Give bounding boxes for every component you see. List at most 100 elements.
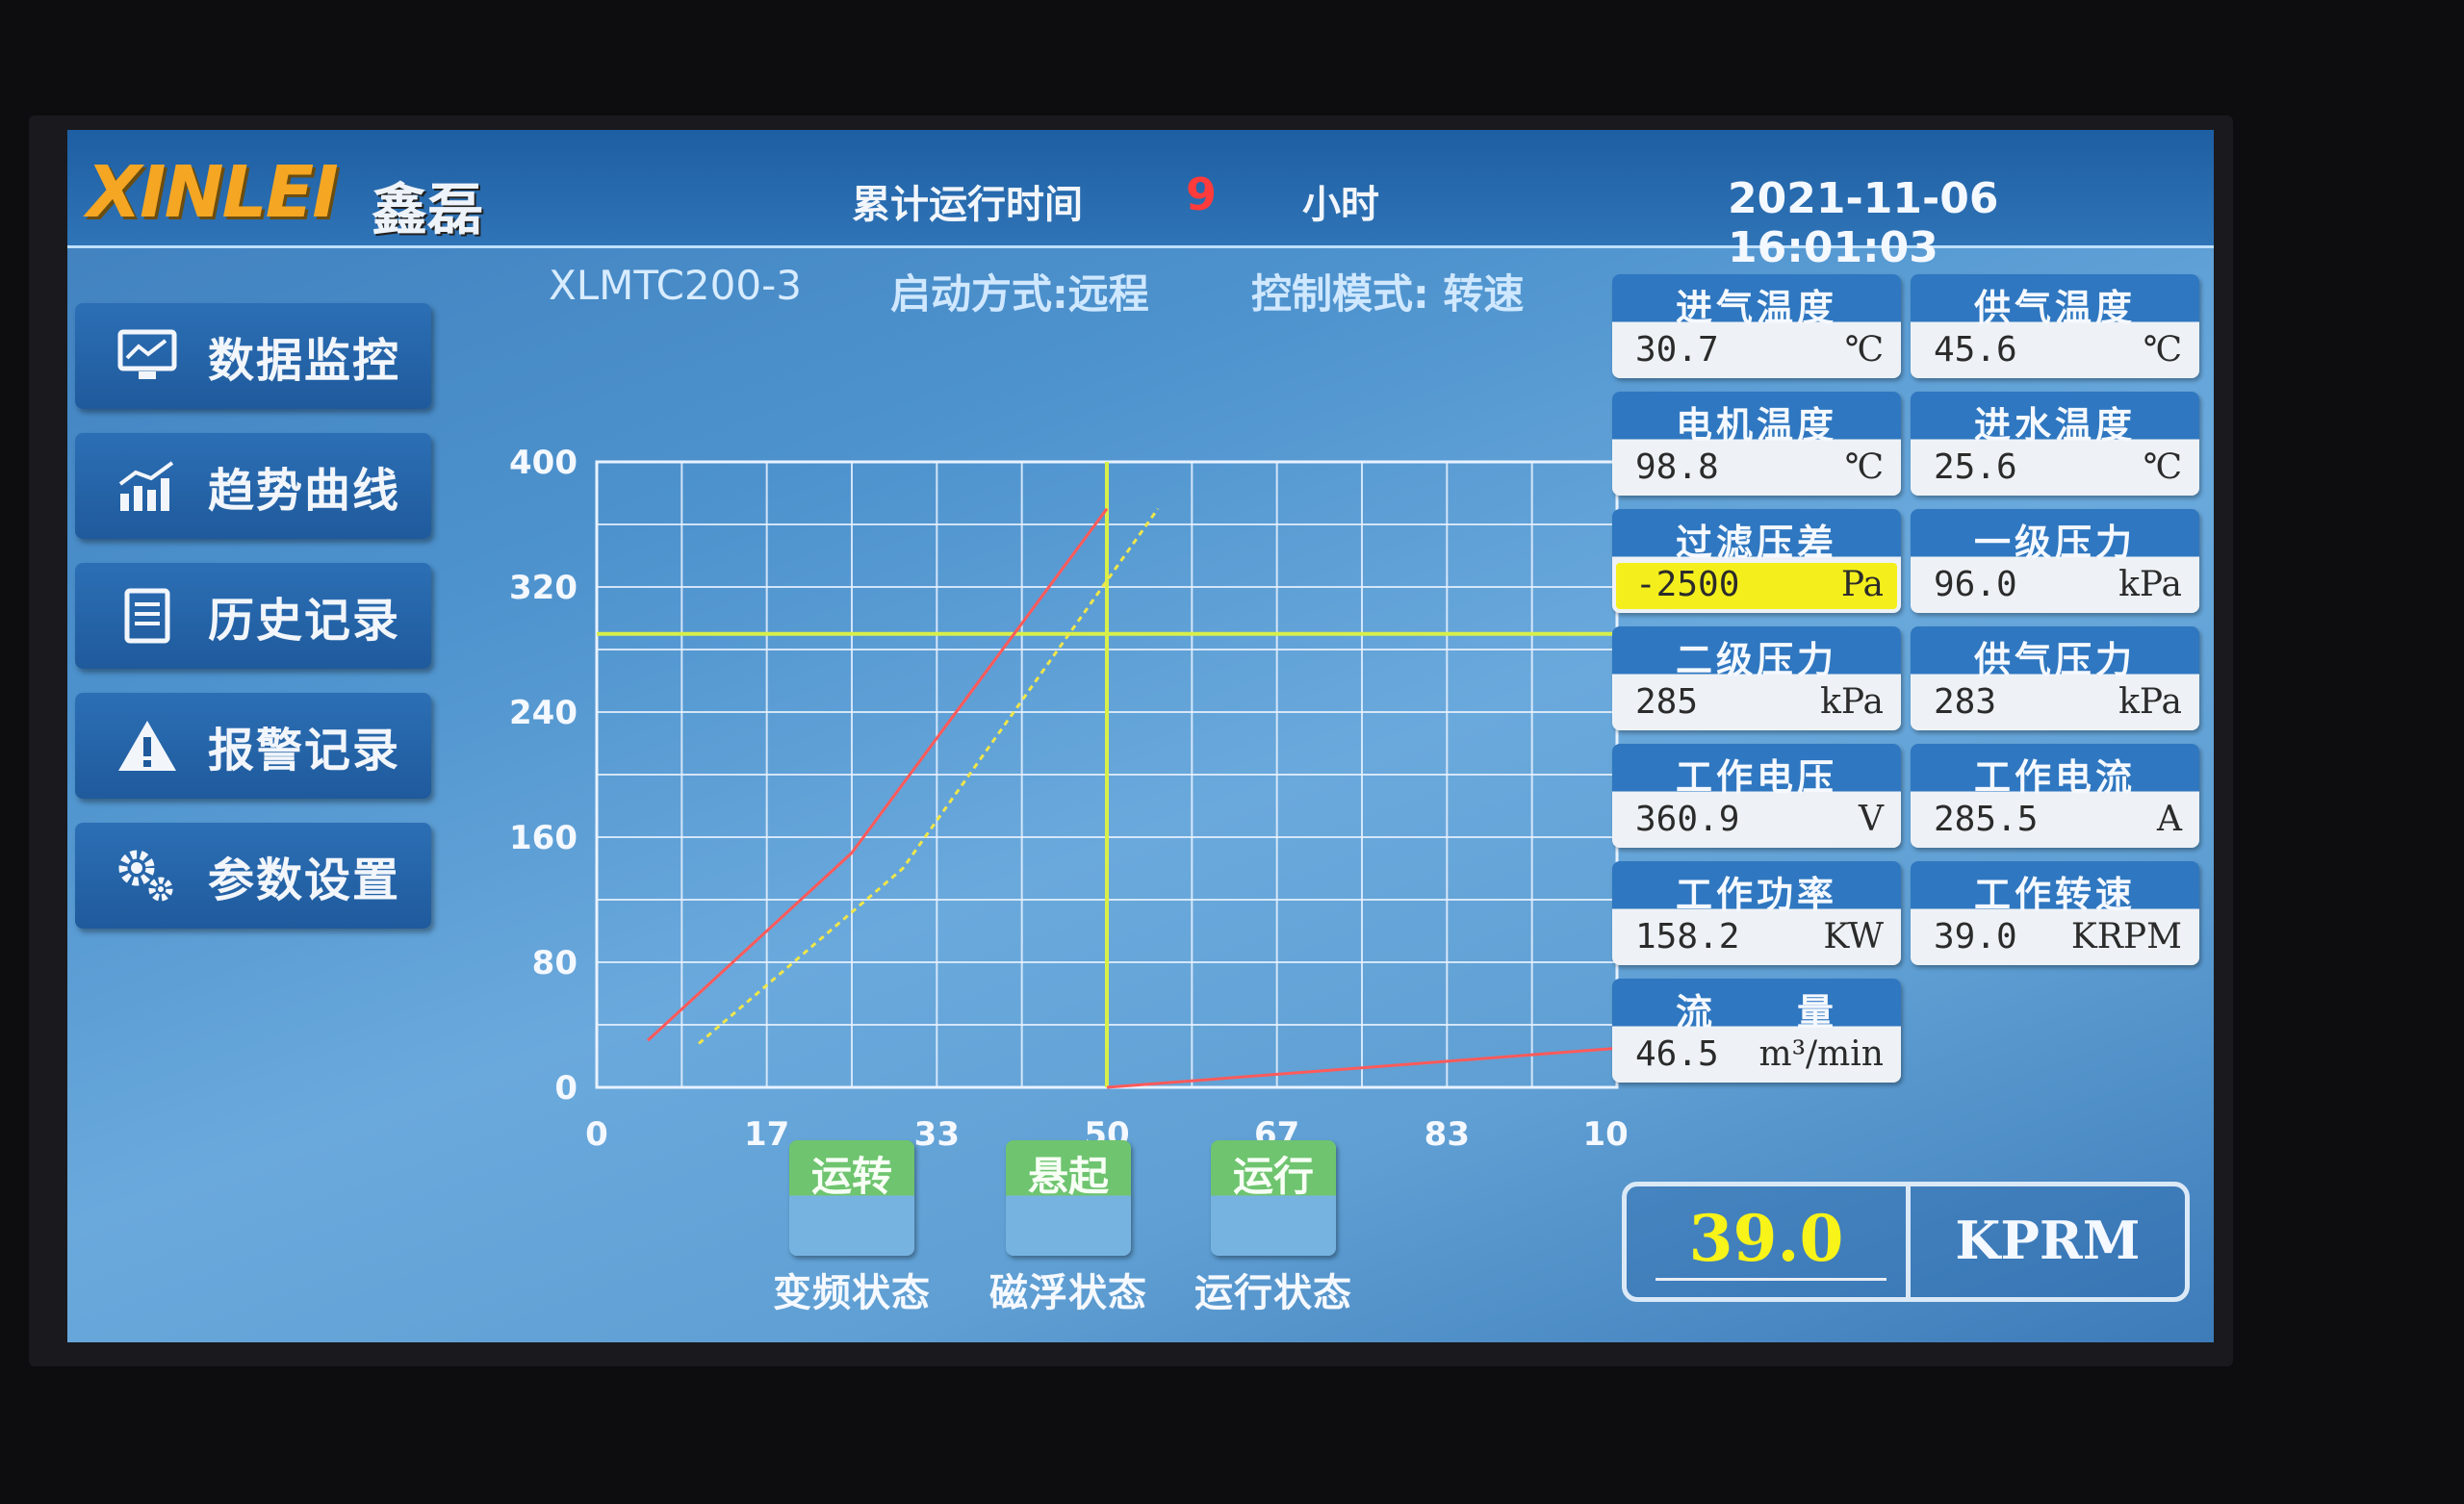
nav-label: 参数设置 bbox=[208, 854, 401, 907]
maglev-status-button[interactable]: 悬起 bbox=[1006, 1140, 1131, 1256]
speed-display: 39.0 KPRM bbox=[1622, 1182, 2190, 1302]
param-unit: ℃ bbox=[1844, 447, 1884, 487]
param-value: 45.6 bbox=[1934, 330, 2017, 370]
param-value: 285 bbox=[1635, 682, 1699, 722]
param-title: 工作功率 bbox=[1675, 874, 1837, 916]
top-bar: XINLEI 鑫磊 累计运行时间 9 小时 2021-11-06 16:01:0… bbox=[67, 130, 2214, 272]
x-tick-label: 0 bbox=[585, 1115, 608, 1154]
y-tick-label: 80 bbox=[532, 944, 578, 982]
nav-label: 数据监控 bbox=[208, 334, 401, 388]
status-running: 运行 运行状态 bbox=[1192, 1140, 1355, 1317]
param-unit: ℃ bbox=[2143, 330, 2182, 370]
param-card: 一级压力 96.0 kPa bbox=[1911, 509, 2199, 613]
param-title: 进气温度 bbox=[1675, 287, 1837, 329]
param-card: 工作转速 39.0 KRPM bbox=[1911, 861, 2199, 965]
param-unit: Pa bbox=[1840, 565, 1884, 604]
param-value: 285.5 bbox=[1934, 800, 2039, 839]
param-title: 供气压力 bbox=[1973, 639, 2136, 681]
y-tick-label: 0 bbox=[554, 1069, 578, 1108]
param-value: 30.7 bbox=[1635, 330, 1719, 370]
model-name: XLMTC200-3 bbox=[549, 262, 802, 309]
param-title: 流 量 bbox=[1675, 991, 1837, 1033]
status-inverter: 运转 变频状态 bbox=[770, 1140, 934, 1317]
param-unit: ℃ bbox=[1844, 330, 1884, 370]
param-value: 360.9 bbox=[1635, 800, 1740, 839]
nav-label: 报警记录 bbox=[208, 724, 401, 777]
speed-underline bbox=[1656, 1278, 1886, 1281]
param-title: 供气温度 bbox=[1973, 287, 2136, 329]
document-icon bbox=[114, 582, 181, 650]
status-button-label: 运行 bbox=[1232, 1153, 1314, 1200]
param-unit: kPa bbox=[2118, 565, 2182, 604]
param-card: 电机温度 98.8 ℃ bbox=[1612, 392, 1901, 496]
y-tick-label: 240 bbox=[509, 694, 578, 732]
nav-parameter-settings[interactable]: 参数设置 bbox=[75, 823, 431, 929]
param-value: 25.6 bbox=[1934, 447, 2017, 487]
param-card: 进气温度 30.7 ℃ bbox=[1612, 274, 1901, 378]
warning-icon bbox=[114, 712, 181, 779]
status-label: 磁浮状态 bbox=[989, 1271, 1147, 1315]
param-card: 工作电压 360.9 V bbox=[1612, 744, 1901, 848]
param-card: 流 量 46.5 m³/min bbox=[1612, 979, 1901, 1083]
trend-chart-icon bbox=[114, 452, 181, 520]
param-unit: kPa bbox=[1820, 682, 1884, 722]
param-card: 进水温度 25.6 ℃ bbox=[1911, 392, 2199, 496]
param-unit: ℃ bbox=[2143, 447, 2182, 487]
status-maglev: 悬起 磁浮状态 bbox=[987, 1140, 1150, 1317]
nav-history-record[interactable]: 历史记录 bbox=[75, 563, 431, 669]
param-value: 46.5 bbox=[1635, 1034, 1719, 1074]
x-tick-label: 83 bbox=[1424, 1115, 1470, 1154]
param-value: 158.2 bbox=[1635, 917, 1740, 956]
runtime-unit: 小时 bbox=[1302, 183, 1379, 227]
nav-data-monitor[interactable]: 数据监控 bbox=[75, 303, 431, 409]
param-unit: kPa bbox=[2118, 682, 2182, 722]
param-unit: m³/min bbox=[1758, 1034, 1884, 1074]
y-tick-label: 400 bbox=[509, 444, 578, 482]
trend-chart: 01733506783100080160240320400 bbox=[509, 444, 1627, 1154]
hmi-screen: XINLEI 鑫磊 累计运行时间 9 小时 2021-11-06 16:01:0… bbox=[67, 130, 2214, 1342]
param-title: 进水温度 bbox=[1973, 404, 2136, 446]
param-value: -2500 bbox=[1635, 565, 1740, 604]
param-title: 工作电压 bbox=[1675, 756, 1837, 799]
param-title: 过滤压差 bbox=[1675, 522, 1837, 564]
datetime: 2021-11-06 16:01:03 bbox=[1728, 174, 1999, 272]
param-card: 工作电流 285.5 A bbox=[1911, 744, 2199, 848]
speed-unit: KPRM bbox=[1955, 1210, 2141, 1271]
nav-label: 历史记录 bbox=[208, 594, 401, 648]
brand-logo: XINLEI bbox=[87, 151, 339, 234]
monitor-icon bbox=[114, 322, 181, 390]
param-card: 供气温度 45.6 ℃ bbox=[1911, 274, 2199, 378]
status-button-label: 运转 bbox=[810, 1153, 892, 1200]
param-value: 96.0 bbox=[1934, 565, 2017, 604]
speed-value: 39.0 bbox=[1688, 1201, 1844, 1276]
runtime-value: 9 bbox=[1186, 168, 1218, 220]
param-card: 过滤压差 -2500 Pa bbox=[1612, 509, 1901, 613]
status-button-label: 悬起 bbox=[1027, 1153, 1109, 1200]
param-title: 电机温度 bbox=[1675, 404, 1837, 446]
runtime-label: 累计运行时间 bbox=[852, 183, 1083, 227]
param-card: 供气压力 283 kPa bbox=[1911, 626, 2199, 730]
status-label: 运行状态 bbox=[1194, 1271, 1352, 1315]
y-tick-label: 160 bbox=[509, 819, 578, 857]
param-value: 283 bbox=[1934, 682, 1997, 722]
x-tick-label: 100 bbox=[1583, 1115, 1627, 1154]
param-title: 一级压力 bbox=[1973, 522, 2136, 564]
nav-label: 趋势曲线 bbox=[208, 464, 401, 518]
sidebar-nav: 数据监控 趋势曲线 历史记录 报警记录 参数设置 bbox=[75, 303, 431, 953]
param-value: 39.0 bbox=[1934, 917, 2017, 956]
gear-icon bbox=[114, 842, 181, 909]
running-status-button[interactable]: 运行 bbox=[1211, 1140, 1336, 1256]
param-unit: A bbox=[2157, 800, 2182, 839]
y-tick-label: 320 bbox=[509, 569, 578, 607]
nav-trend-curve[interactable]: 趋势曲线 bbox=[75, 433, 431, 539]
nav-alarm-record[interactable]: 报警记录 bbox=[75, 693, 431, 799]
status-label: 变频状态 bbox=[773, 1271, 931, 1315]
param-unit: V bbox=[1859, 800, 1884, 839]
param-unit: KRPM bbox=[2070, 917, 2182, 956]
param-value: 98.8 bbox=[1635, 447, 1719, 487]
param-title: 工作转速 bbox=[1973, 874, 2136, 916]
param-card: 工作功率 158.2 KW bbox=[1612, 861, 1901, 965]
inverter-status-button[interactable]: 运转 bbox=[789, 1140, 914, 1256]
brand-logo-cn: 鑫磊 bbox=[372, 177, 484, 242]
param-title: 二级压力 bbox=[1675, 639, 1837, 681]
